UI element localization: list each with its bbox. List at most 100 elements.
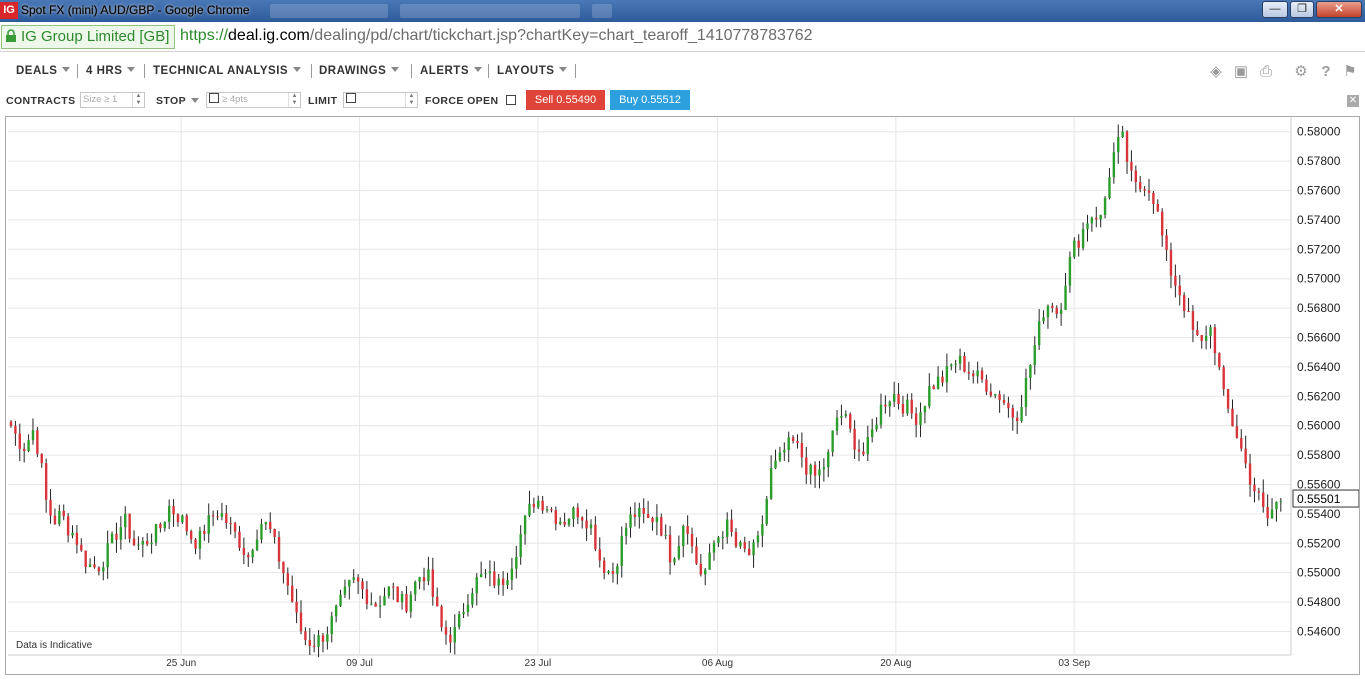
candle bbox=[1182, 292, 1186, 318]
candle bbox=[220, 502, 224, 521]
y-tick-label: 0.56200 bbox=[1297, 389, 1341, 403]
candle bbox=[334, 604, 338, 623]
candle bbox=[892, 381, 896, 407]
candle bbox=[567, 518, 571, 527]
price-chart[interactable]: 0.54600 0.54800 0.55000 0.55200 0.55400 0.556… bbox=[6, 117, 1360, 674]
candle bbox=[1007, 396, 1010, 418]
candle bbox=[471, 588, 474, 608]
menu-drawings-label: DRAWINGS bbox=[319, 65, 387, 77]
stepper-arrows-icon[interactable]: ▲ ▼ bbox=[288, 93, 300, 107]
candle bbox=[216, 510, 219, 521]
candle bbox=[761, 515, 764, 548]
candle bbox=[932, 384, 935, 390]
candle bbox=[352, 569, 355, 584]
menu-technical-analysis[interactable]: TECHNICAL ANALYSIS bbox=[153, 65, 302, 77]
candle bbox=[44, 458, 48, 513]
contracts-placeholder: Size ≥ 1 bbox=[83, 94, 118, 105]
candle bbox=[563, 512, 566, 528]
candle bbox=[576, 503, 580, 525]
candle bbox=[497, 573, 500, 595]
candle bbox=[1174, 264, 1177, 298]
limit-checkbox[interactable] bbox=[346, 93, 356, 103]
stop-checkbox[interactable] bbox=[209, 93, 219, 103]
candle bbox=[1191, 304, 1195, 343]
background-window-tab bbox=[592, 4, 612, 18]
candle bbox=[163, 521, 166, 532]
candle bbox=[255, 529, 259, 551]
print-icon[interactable]: ⎙ bbox=[1258, 64, 1274, 80]
security-indicator[interactable]: IG Group Limited [GB] bbox=[1, 25, 176, 49]
force-open-text: FORCE OPEN bbox=[425, 95, 499, 107]
close-window-button[interactable]: ✕ bbox=[1316, 1, 1362, 18]
candle bbox=[269, 512, 272, 534]
menu-layouts[interactable]: LAYOUTS bbox=[497, 65, 568, 77]
stepper-arrows-icon[interactable]: ▲ ▼ bbox=[405, 93, 417, 107]
candle bbox=[602, 557, 606, 580]
layers-icon[interactable]: ◈ bbox=[1208, 64, 1224, 80]
y-tick-label: 0.57400 bbox=[1297, 213, 1341, 227]
candle bbox=[1279, 497, 1283, 512]
candle bbox=[475, 573, 478, 606]
candle bbox=[1266, 494, 1269, 527]
menu-deals[interactable]: DEALS bbox=[16, 65, 71, 77]
candle bbox=[291, 575, 294, 603]
candle bbox=[624, 523, 628, 545]
buy-button[interactable]: Buy 0.55512 bbox=[610, 90, 690, 110]
candle bbox=[299, 600, 303, 635]
x-tick-label: 20 Aug bbox=[880, 658, 911, 669]
contracts-input[interactable]: Size ≥ 1 ▲ ▼ bbox=[80, 92, 145, 108]
candle bbox=[159, 522, 162, 533]
candle bbox=[923, 405, 927, 424]
candle bbox=[365, 580, 369, 610]
stop-placeholder: ≥ 4pts bbox=[222, 94, 248, 105]
candle bbox=[343, 579, 347, 598]
candle bbox=[910, 393, 913, 419]
image-icon[interactable]: ▣ bbox=[1233, 64, 1249, 80]
x-tick-label: 25 Jun bbox=[166, 658, 196, 669]
candle bbox=[1178, 275, 1181, 306]
candle bbox=[132, 530, 136, 546]
background-window-tab bbox=[400, 4, 580, 18]
candle bbox=[176, 513, 180, 527]
stepper-arrows-icon[interactable]: ▲ ▼ bbox=[132, 93, 144, 107]
stop-input[interactable]: ≥ 4pts ▲ ▼ bbox=[206, 92, 301, 108]
menu-interval[interactable]: 4 HRS bbox=[86, 65, 136, 77]
sell-button[interactable]: Sell 0.55490 bbox=[526, 90, 605, 110]
candle bbox=[866, 425, 869, 462]
maximize-button[interactable]: ❐ bbox=[1290, 1, 1314, 18]
candle bbox=[339, 589, 342, 607]
menu-technical-analysis-label: TECHNICAL ANALYSIS bbox=[153, 65, 289, 77]
gear-icon[interactable]: ⚙ bbox=[1293, 64, 1309, 80]
candle bbox=[550, 507, 553, 513]
candle bbox=[1059, 303, 1063, 326]
candle bbox=[58, 504, 61, 527]
candle bbox=[1165, 229, 1168, 261]
candle bbox=[97, 566, 101, 576]
candle bbox=[326, 626, 329, 650]
limit-input[interactable]: ▲ ▼ bbox=[343, 92, 418, 108]
candle bbox=[49, 489, 52, 524]
menu-alerts[interactable]: ALERTS bbox=[420, 65, 482, 77]
minimize-button[interactable]: — bbox=[1262, 1, 1288, 18]
candle bbox=[787, 431, 790, 463]
candle bbox=[286, 567, 290, 595]
help-icon[interactable]: ? bbox=[1318, 64, 1334, 80]
chart-panel[interactable]: 0.54600 0.54800 0.55000 0.55200 0.55400 0.556… bbox=[5, 116, 1360, 675]
candle bbox=[146, 533, 149, 547]
stop-label[interactable]: STOP bbox=[156, 95, 199, 107]
candle bbox=[479, 561, 483, 578]
candle bbox=[282, 561, 285, 584]
candle bbox=[370, 592, 373, 606]
candle bbox=[677, 535, 681, 561]
candle bbox=[75, 525, 79, 554]
url-field[interactable]: https://deal.ig.com/dealing/pd/chart/tic… bbox=[180, 27, 813, 45]
force-open-checkbox[interactable] bbox=[505, 95, 516, 105]
candle bbox=[1068, 251, 1072, 293]
comment-icon[interactable]: ⚑ bbox=[1342, 64, 1358, 80]
menu-drawings[interactable]: DRAWINGS bbox=[319, 65, 400, 77]
candle bbox=[739, 540, 742, 549]
candle bbox=[233, 521, 237, 539]
candle bbox=[1042, 310, 1045, 325]
candle bbox=[844, 410, 848, 419]
close-icon[interactable]: ✕ bbox=[1347, 95, 1359, 107]
